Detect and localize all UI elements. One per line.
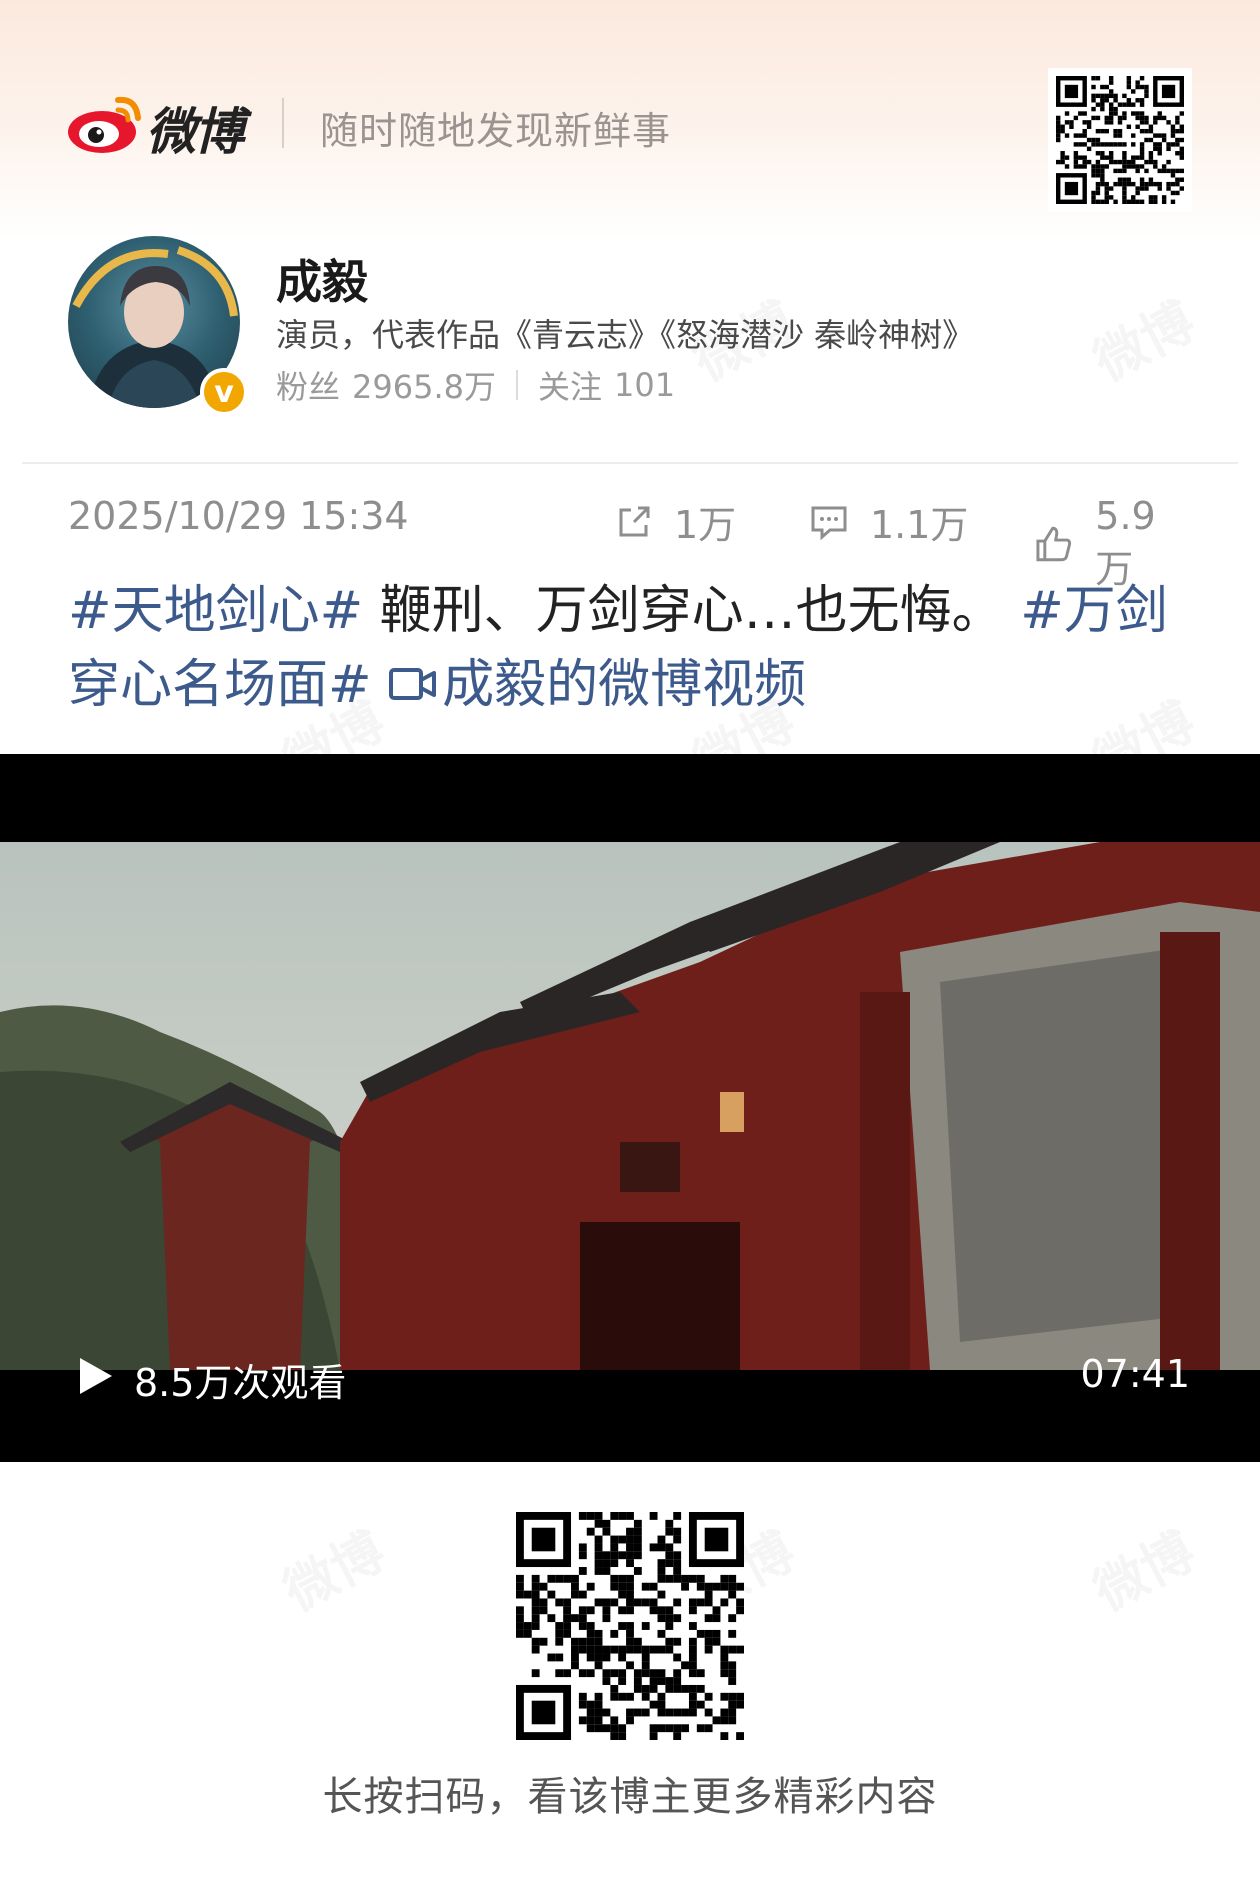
footer-cta: 长按扫码，看该博主更多精彩内容 — [322, 1774, 938, 1820]
follow-label: 关注 — [538, 368, 603, 406]
user-description: 演员，代表作品《青云志》《怒海潜沙 秦岭神树》 — [276, 316, 975, 354]
video-thumbnail-image — [0, 842, 1260, 1370]
watermark: 微博 — [268, 1510, 395, 1625]
qr-code-top — [1048, 68, 1192, 212]
qr-code-bottom — [516, 1512, 744, 1740]
watermark: 微博 — [1078, 1510, 1205, 1625]
hashtag-link[interactable]: #天地剑心# — [68, 581, 363, 641]
user-stats: 粉丝 2965.8万 关注 101 — [276, 362, 675, 408]
stats-divider — [516, 370, 518, 400]
video-thumbnail — [0, 842, 1260, 1370]
video-view-count: 8.5万次观看 — [134, 1361, 347, 1405]
video-link-label: 成毅的微博视频 — [442, 655, 807, 715]
video-link[interactable]: 成毅的微博视频 — [388, 655, 806, 715]
repost-icon — [619, 506, 650, 536]
post-body: #天地剑心# 鞭刑、万剑穿心…也无悔。 #万剑穿心名场面# 成毅的微博视频 — [68, 574, 1198, 722]
repost-count: 1万 — [674, 503, 737, 547]
brand-slogan: 随时随地发现新鲜事 — [320, 109, 672, 153]
post-meta: 2025/10/29 15:34 1万 1.1万 5.9万 — [68, 494, 1192, 591]
fans-count: 2965.8万 — [352, 368, 496, 406]
header: 微博 随时随地发现新鲜事 — [0, 0, 1260, 212]
header-divider — [282, 98, 284, 148]
watermark: 微博 — [1078, 280, 1205, 395]
weibo-logo[interactable]: 微博 — [66, 84, 256, 161]
comment-count: 1.1万 — [870, 503, 969, 547]
user-name[interactable]: 成毅 — [276, 246, 368, 312]
avatar-container[interactable]: v — [68, 236, 248, 416]
video-camera-icon — [389, 668, 437, 700]
repost-button[interactable]: 1万 — [616, 494, 736, 549]
comment-button[interactable]: 1.1万 — [810, 494, 968, 549]
comment-icon — [811, 506, 847, 540]
like-icon — [1036, 526, 1072, 561]
brand-name: 微博 — [146, 103, 244, 161]
weibo-logo-icon — [68, 96, 141, 153]
follow-count: 101 — [614, 366, 676, 404]
verified-badge: v — [200, 368, 248, 416]
play-icon[interactable] — [76, 1356, 114, 1396]
post-timestamp: 2025/10/29 15:34 — [68, 494, 409, 538]
fans-label: 粉丝 — [276, 368, 341, 406]
post-text: 鞭刑、万剑穿心…也无悔。 — [363, 581, 1021, 641]
section-divider — [22, 462, 1238, 464]
video-duration: 07:41 — [1080, 1352, 1190, 1396]
